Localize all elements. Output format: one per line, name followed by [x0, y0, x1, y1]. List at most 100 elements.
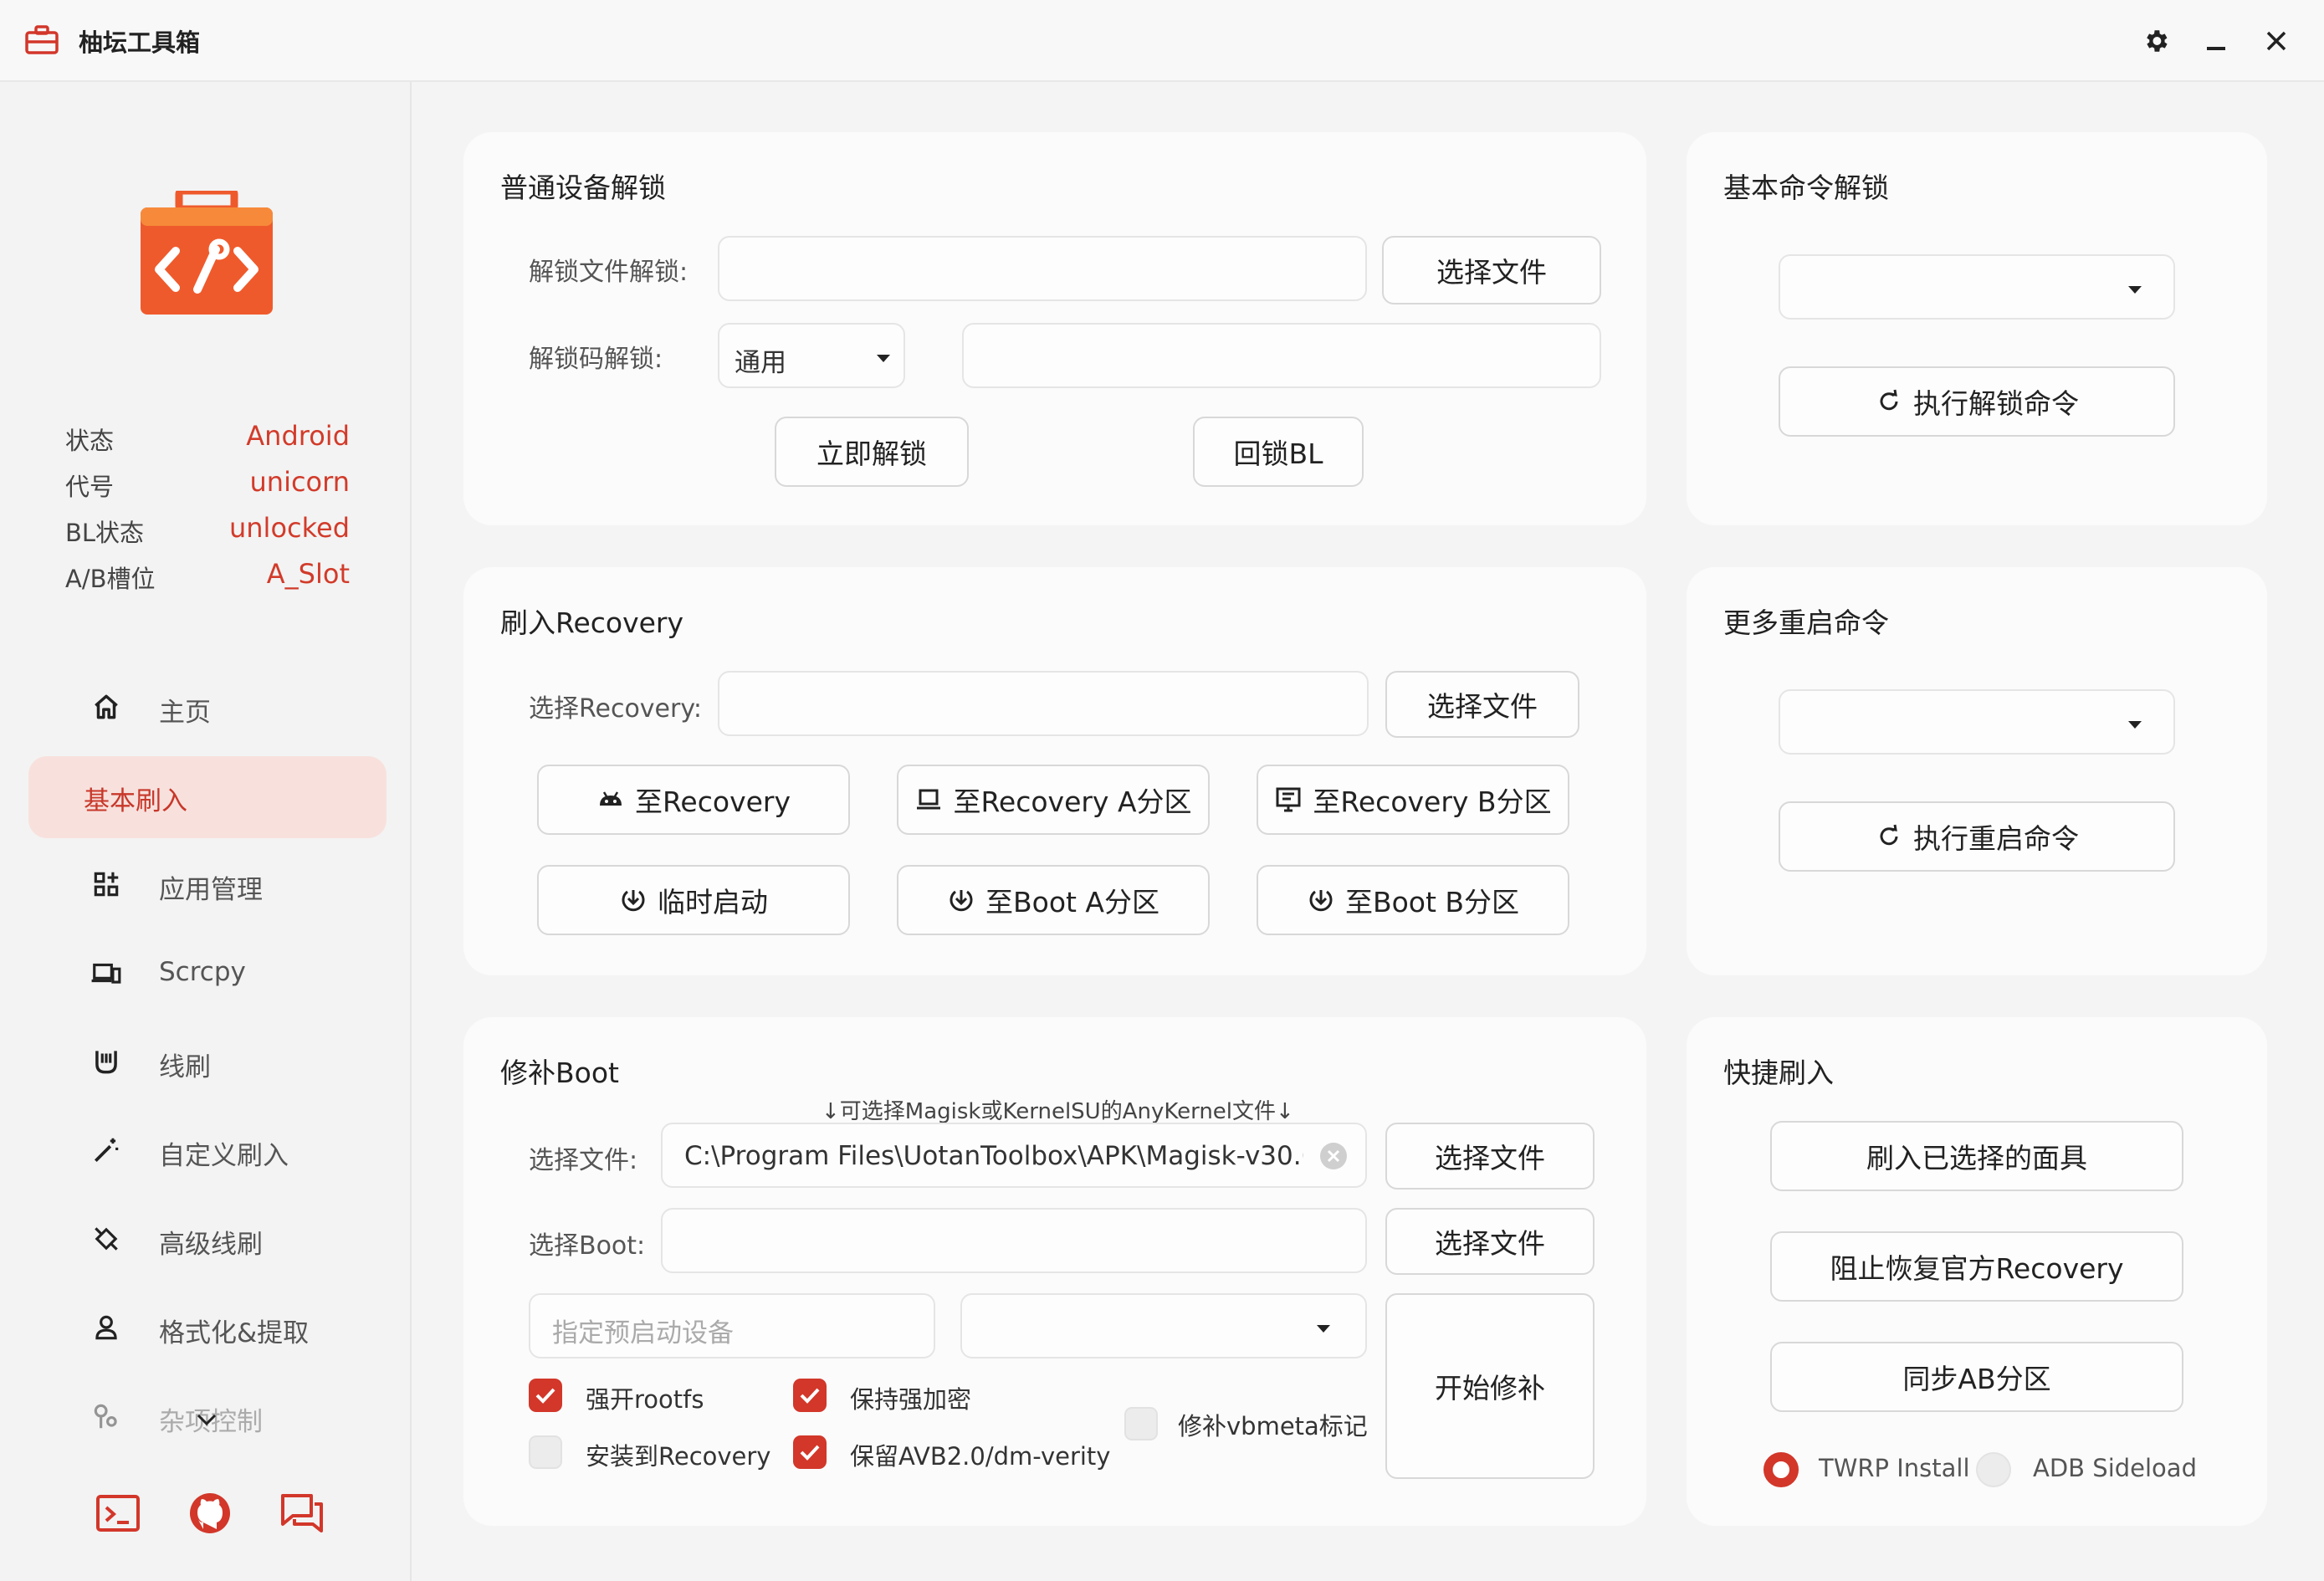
nav-label: 自定义刷入	[159, 1141, 289, 1171]
nav-label: Scrcpy	[159, 957, 246, 987]
button-label: 至Recovery B分区	[1313, 785, 1552, 818]
nav-item-advanced-flash[interactable]: 高级线刷	[0, 1195, 412, 1283]
relock-bl-button[interactable]: 回锁BL	[1193, 417, 1364, 487]
patch-boot-card: 修补Boot ↓可选择Magisk或KernelSU的AnyKernel文件↓ …	[463, 1017, 1646, 1526]
recovery-choose-file-button[interactable]: 选择文件	[1385, 671, 1579, 738]
dropdown-caret-icon	[2128, 286, 2142, 294]
recovery-file-field[interactable]	[718, 671, 1369, 736]
dropdown-caret-icon	[877, 355, 890, 362]
footer-icons	[94, 1489, 336, 1539]
device-info: 状态 Android 代号 unicorn BL状态 unlocked A/B槽…	[65, 417, 350, 601]
flash-to-recovery-b-button[interactable]: 至Recovery B分区	[1257, 765, 1569, 835]
patch-choose-boot-button[interactable]: 选择文件	[1385, 1208, 1595, 1275]
nav-label: 高级线刷	[159, 1230, 263, 1260]
patch-vbmeta-checkbox[interactable]	[1124, 1407, 1158, 1440]
terminal-icon[interactable]	[94, 1489, 142, 1538]
recovery-file-label: 选择Recovery:	[529, 694, 703, 724]
minimize-icon	[2207, 47, 2225, 50]
refresh-icon	[1880, 389, 1898, 411]
unlock-file-field[interactable]	[718, 236, 1367, 301]
flash-selected-magisk-button[interactable]: 刷入已选择的面具	[1770, 1121, 2183, 1191]
install-recovery-checkbox[interactable]	[529, 1435, 562, 1469]
twrp-install-label: TWRP Install	[1819, 1454, 1970, 1482]
download-circle-icon	[1309, 890, 1333, 912]
button-label: 临时启动	[658, 886, 768, 918]
card-title: 普通设备解锁	[500, 171, 666, 204]
info-row-status: 状态 Android	[65, 417, 350, 463]
unlock-code-select[interactable]: 通用	[718, 323, 905, 388]
keep-encryption-checkbox[interactable]	[793, 1379, 827, 1412]
flash-icon	[95, 1051, 117, 1074]
patch-boot-field[interactable]	[661, 1208, 1367, 1273]
patch-vbmeta-label: 修补vbmeta标记	[1178, 1412, 1368, 1440]
nav-item-basic-flash[interactable]: 基本刷入	[0, 751, 412, 840]
info-value: A_Slot	[266, 558, 350, 590]
button-label: 至Boot B分区	[1344, 886, 1520, 918]
card-title: 修补Boot	[500, 1057, 619, 1089]
nav-item-home[interactable]: 主页	[0, 663, 412, 751]
unlock-code-label: 解锁码解锁:	[529, 345, 663, 374]
info-value: unlocked	[228, 512, 350, 544]
info-key: A/B槽位	[65, 565, 156, 593]
laptop-icon	[917, 789, 941, 810]
dropdown-caret-icon	[1317, 1325, 1330, 1333]
info-key: BL状态	[65, 519, 145, 547]
adb-sideload-radio[interactable]	[1976, 1452, 2011, 1487]
flash-to-recovery-a-button[interactable]: 至Recovery A分区	[897, 765, 1210, 835]
unlock-command-select[interactable]	[1779, 254, 2175, 320]
desktop-icon	[1276, 787, 1301, 812]
prevent-official-recovery-button[interactable]: 阻止恢复官方Recovery	[1770, 1231, 2183, 1302]
nav-item-app-manager[interactable]: 应用管理	[0, 840, 412, 929]
patch-file-field[interactable]: C:\Program Files\UotanToolbox\APK\Magisk…	[661, 1123, 1367, 1188]
nav-item-line-flash[interactable]: 线刷	[0, 1017, 412, 1106]
nav-item-scrcpy[interactable]: Scrcpy	[0, 929, 412, 1017]
flash-to-recovery-button[interactable]: 至Recovery	[537, 765, 850, 835]
button-label: 执行重启命令	[1913, 822, 2079, 855]
temp-boot-button[interactable]: 临时启动	[537, 865, 850, 935]
twrp-install-radio[interactable]	[1763, 1452, 1799, 1487]
title-bar: 柚坛工具箱	[0, 0, 2324, 82]
gears-icon	[94, 1404, 117, 1429]
flash-to-boot-b-button[interactable]: 至Boot B分区	[1257, 865, 1569, 935]
nav-active-highlight	[28, 756, 386, 838]
install-recovery-label: 安装到Recovery	[586, 1442, 771, 1471]
info-key: 状态	[65, 427, 115, 455]
keep-avb-checkbox[interactable]	[793, 1435, 827, 1469]
gear-icon	[2147, 30, 2168, 52]
chat-icon[interactable]	[278, 1489, 326, 1538]
button-label: 至Recovery	[634, 785, 791, 818]
github-icon[interactable]	[186, 1489, 234, 1538]
start-patch-button[interactable]: 开始修补	[1385, 1293, 1595, 1479]
nav-item-format-extract[interactable]: 格式化&提取	[0, 1283, 412, 1372]
card-title: 更多重启命令	[1723, 606, 1889, 639]
unlock-choose-file-button[interactable]: 选择文件	[1382, 236, 1601, 304]
select-value: 通用	[735, 348, 786, 378]
check-icon	[800, 1388, 820, 1404]
reboot-command-select[interactable]	[1779, 689, 2175, 755]
close-button[interactable]	[2257, 22, 2296, 60]
patch-choose-file-button[interactable]: 选择文件	[1385, 1123, 1595, 1190]
preset-device-select[interactable]	[960, 1293, 1367, 1358]
card-title: 基本命令解锁	[1723, 171, 1889, 204]
unlock-now-button[interactable]: 立即解锁	[775, 417, 969, 487]
preset-device-input[interactable]: 指定预启动设备	[529, 1293, 935, 1358]
nav-item-custom-flash[interactable]: 自定义刷入	[0, 1106, 412, 1195]
settings-button[interactable]	[2137, 22, 2175, 60]
unlock-code-input[interactable]	[962, 323, 1601, 388]
exec-unlock-command-button[interactable]: 执行解锁命令	[1779, 366, 2175, 437]
sync-ab-partition-button[interactable]: 同步AB分区	[1770, 1342, 2183, 1412]
button-label: 至Boot A分区	[985, 886, 1160, 918]
info-value: unicorn	[249, 466, 351, 498]
nav-label: 主页	[159, 698, 211, 728]
chevron-down-icon[interactable]	[194, 1412, 219, 1429]
minimize-button[interactable]	[2197, 22, 2235, 60]
usb-plug-icon	[95, 1227, 118, 1251]
button-label: 执行解锁命令	[1913, 387, 2079, 420]
exec-reboot-command-button[interactable]: 执行重启命令	[1779, 801, 2175, 872]
info-value: Android	[246, 420, 350, 452]
rootfs-checkbox[interactable]	[529, 1379, 562, 1412]
info-row-codename: 代号 unicorn	[65, 463, 350, 509]
nav-label: 应用管理	[159, 875, 263, 905]
flash-to-boot-a-button[interactable]: 至Boot A分区	[897, 865, 1210, 935]
clear-input-icon[interactable]	[1318, 1141, 1349, 1171]
